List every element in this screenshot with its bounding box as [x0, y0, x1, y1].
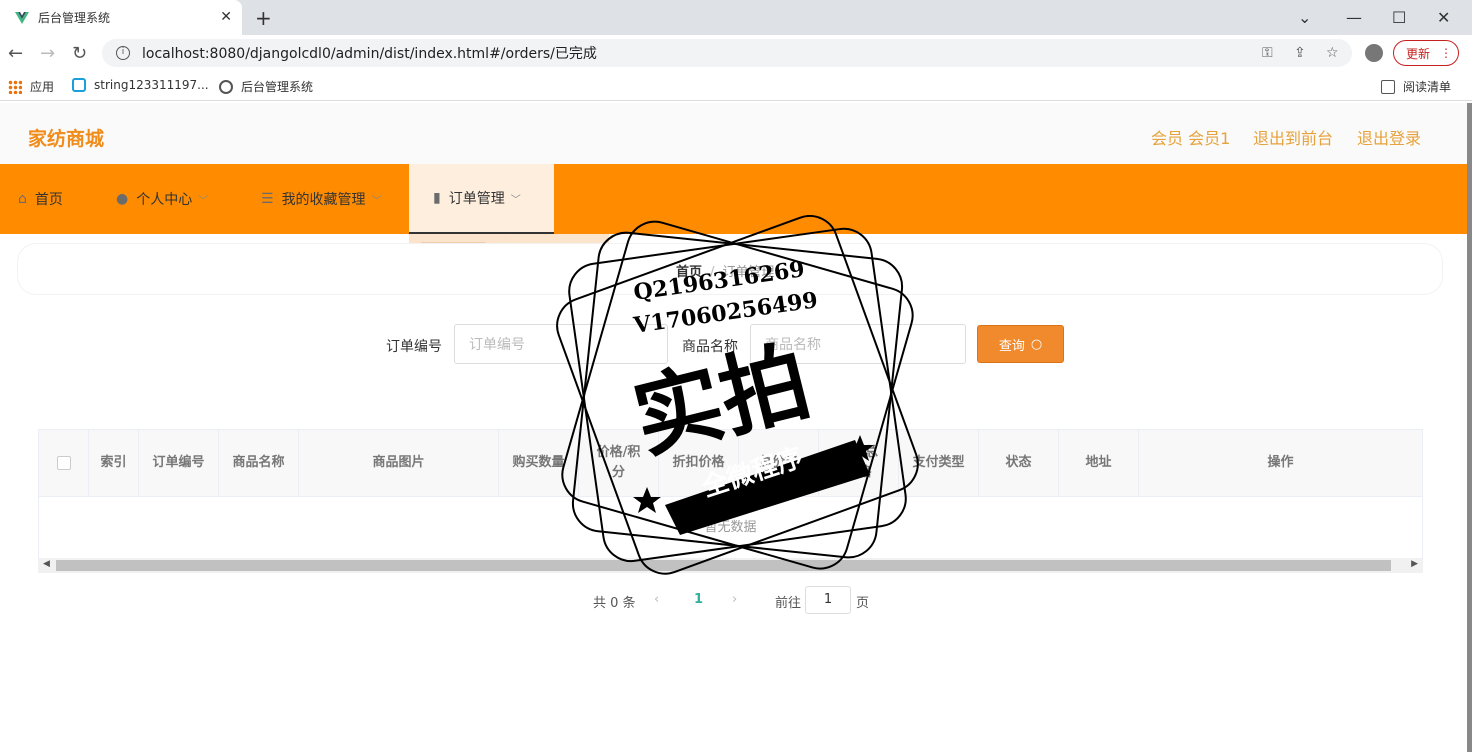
chevron-down-icon: ﹀ — [198, 195, 209, 207]
column-header: 操作 — [1139, 430, 1422, 496]
reading-list[interactable]: 阅读清单 — [1381, 78, 1451, 95]
nav-item-home[interactable]: ⌂ 首页 — [18, 164, 63, 234]
window-close-icon[interactable]: ✕ — [1437, 0, 1450, 35]
page-suffix: 页 — [856, 596, 870, 611]
window-edge — [1467, 103, 1472, 752]
reload-icon[interactable]: ↻ — [72, 43, 87, 64]
scroll-right-icon[interactable]: ▶ — [1411, 559, 1418, 569]
logout-link[interactable]: 退出登录 — [1357, 125, 1421, 149]
back-to-front-link[interactable]: 退出到前台 — [1253, 125, 1333, 149]
maximize-icon[interactable]: ☐ — [1392, 0, 1406, 35]
column-header: 索引 — [89, 430, 139, 496]
goto-label: 前往 — [775, 596, 802, 611]
browser-tab[interactable]: 后台管理系统 ✕ — [0, 0, 242, 35]
query-button[interactable]: 查询 ○ — [977, 325, 1064, 363]
reading-list-icon — [1381, 79, 1395, 94]
column-header: 商品图片 — [299, 430, 499, 496]
tab-title: 后台管理系统 — [38, 11, 111, 25]
nav-item-favorites[interactable]: ☰ 我的收藏管理 ﹀ — [261, 164, 382, 234]
prev-page-icon[interactable]: ‹ — [654, 592, 659, 607]
scroll-left-icon[interactable]: ◀ — [43, 559, 50, 569]
forward-icon[interactable]: → — [40, 43, 55, 64]
bookmark-admin[interactable]: 后台管理系统 — [219, 78, 313, 95]
globe-icon — [219, 79, 233, 94]
site-header — [0, 103, 1467, 165]
next-page-icon[interactable]: › — [732, 592, 737, 607]
nav-item-personal[interactable]: ● 个人中心 ﹀ — [116, 164, 208, 234]
user-icon: ● — [116, 191, 129, 207]
column-header: 地址 — [1059, 430, 1139, 496]
nav-item-orders[interactable]: ▮ 订单管理 ﹀ — [409, 164, 554, 234]
list-icon: ☰ — [261, 191, 274, 207]
back-icon[interactable]: ← — [8, 43, 23, 64]
pagination-total: 共 0 条 — [593, 596, 636, 611]
bilibili-icon — [72, 78, 86, 92]
select-all-checkbox[interactable] — [56, 456, 71, 470]
column-header: 状态 — [979, 430, 1059, 496]
vue-logo-icon — [15, 11, 29, 24]
order-number-label: 订单编号 — [386, 339, 442, 355]
member-link[interactable]: 会员 会员1 — [1151, 125, 1230, 149]
bookmark-string[interactable]: string123311197... — [72, 78, 209, 92]
chevron-down-icon: ﹀ — [371, 195, 382, 207]
page-number[interactable]: 1 — [694, 592, 703, 607]
bookmark-apps[interactable]: 应用 — [8, 78, 54, 95]
select-all-header[interactable] — [39, 430, 89, 496]
book-icon: ▮ — [433, 190, 441, 206]
tab-search-icon[interactable]: ⌄ — [1298, 0, 1311, 35]
key-icon[interactable]: ⚿ — [1262, 45, 1273, 61]
column-header: 商品名称 — [219, 430, 299, 496]
site-brand[interactable]: 家纺商城 — [28, 124, 104, 151]
apps-grid-icon — [8, 79, 22, 94]
url-text: localhost:8080/djangolcdl0/admin/dist/in… — [142, 46, 597, 62]
goto-page-input[interactable]: 1 — [805, 586, 851, 614]
url-field[interactable]: i localhost:8080/djangolcdl0/admin/dist/… — [102, 39, 1352, 67]
home-icon: ⌂ — [18, 191, 27, 207]
search-icon: ○ — [1030, 336, 1043, 352]
share-icon[interactable]: ⇪ — [1294, 45, 1306, 61]
profile-avatar-icon[interactable] — [1365, 44, 1383, 62]
more-icon: ⋮ — [1440, 46, 1453, 60]
update-button[interactable]: 更新 ⋮ — [1393, 40, 1459, 66]
minimize-icon[interactable]: — — [1346, 0, 1362, 35]
bookmark-star-icon[interactable]: ☆ — [1326, 45, 1339, 61]
site-info-icon[interactable]: i — [116, 46, 130, 60]
column-header: 订单编号 — [139, 430, 219, 496]
new-tab-icon[interactable]: + — [255, 6, 272, 30]
close-tab-icon[interactable]: ✕ — [220, 9, 232, 25]
chevron-down-icon: ﹀ — [510, 194, 521, 206]
